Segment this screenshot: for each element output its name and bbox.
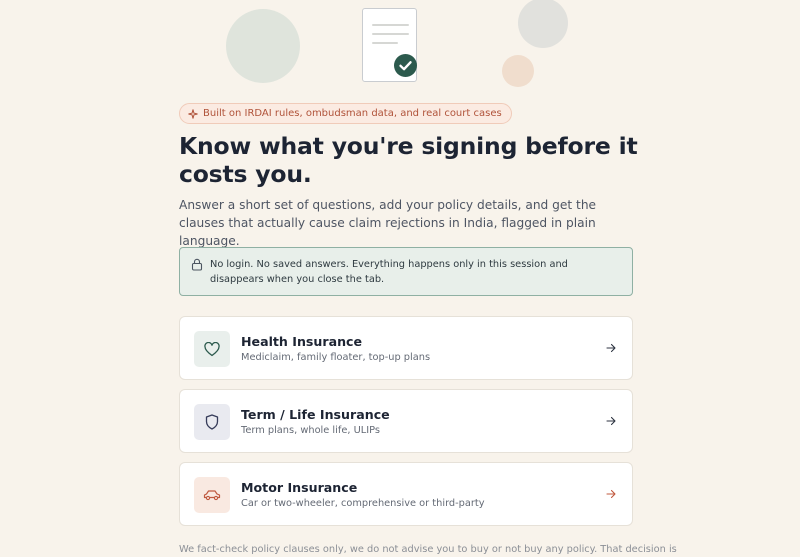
arrow-right-icon (606, 489, 616, 499)
option-title: Term / Life Insurance (241, 407, 390, 422)
shield-icon (194, 404, 230, 440)
option-term-life-insurance[interactable]: Term / Life Insurance Term plans, whole … (179, 389, 633, 453)
page-subtitle: Answer a short set of questions, add you… (179, 198, 597, 248)
option-description: Term plans, whole life, ULIPs (241, 425, 380, 436)
heart-icon (194, 331, 230, 367)
trust-badge-text: Built on IRDAI rules, ombudsman data, an… (203, 108, 502, 119)
sparkle-icon (188, 108, 198, 119)
page-title: Know what you're signing before it costs… (179, 132, 638, 188)
option-health-insurance[interactable]: Health Insurance Mediclaim, family float… (179, 316, 633, 380)
arrow-right-icon (606, 343, 616, 353)
decorative-circle (502, 55, 534, 87)
decorative-circle (518, 0, 568, 48)
option-description: Car or two-wheeler, comprehensive or thi… (241, 498, 485, 509)
car-icon (194, 477, 230, 513)
decorative-circle (226, 9, 300, 83)
checkmark-icon (394, 54, 417, 77)
option-motor-insurance[interactable]: Motor Insurance Car or two-wheeler, comp… (179, 462, 633, 526)
option-description: Mediclaim, family floater, top-up plans (241, 352, 431, 363)
privacy-notice-text: No login. No saved answers. Everything h… (210, 259, 568, 285)
disclaimer-text: We fact-check policy clauses only, we do… (179, 544, 677, 555)
arrow-right-icon (606, 416, 616, 426)
option-title: Health Insurance (241, 334, 363, 349)
trust-badge: Built on IRDAI rules, ombudsman data, an… (179, 103, 512, 124)
option-title: Motor Insurance (241, 480, 358, 495)
privacy-notice: No login. No saved answers. Everything h… (179, 247, 633, 296)
lock-icon (191, 258, 203, 271)
